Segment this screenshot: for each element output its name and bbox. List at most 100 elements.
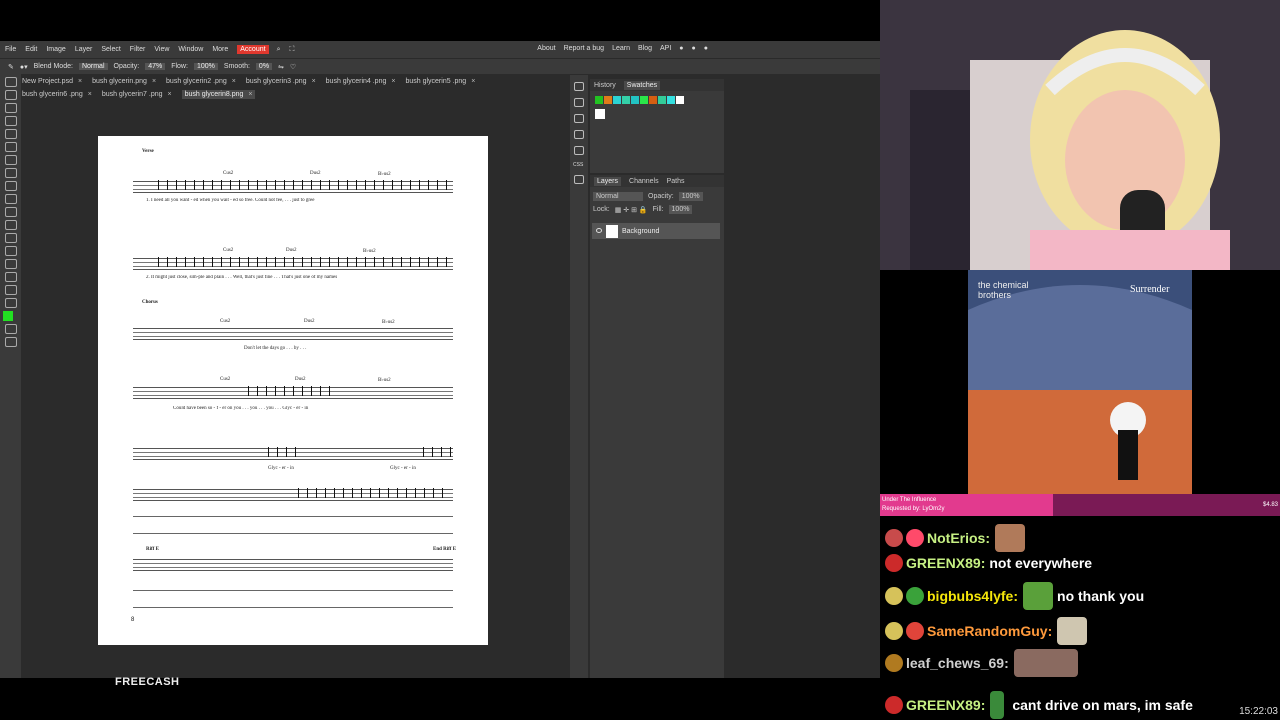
close-icon[interactable]: × — [232, 78, 236, 85]
zoom-tool-icon[interactable] — [5, 298, 17, 308]
healing-tool-icon[interactable] — [5, 155, 17, 165]
tab-bush-glycerin3[interactable]: bush glycerin3 .png × — [246, 78, 316, 85]
tab-bush-glycerin7[interactable]: bush glycerin7 .png × — [102, 91, 172, 98]
canvas-area[interactable]: Verse Cus2 Dus2 B♭us2 1. I need all you … — [22, 105, 566, 678]
close-icon[interactable]: × — [88, 91, 92, 98]
menu-file[interactable]: File — [5, 46, 16, 53]
chorus-heading: Chorus — [142, 300, 158, 305]
twitter-icon[interactable]: ● — [692, 45, 696, 52]
hand-tool-icon[interactable] — [5, 285, 17, 295]
quick-mask-icon[interactable] — [5, 324, 17, 334]
brush-preset-icon[interactable]: ●▾ — [20, 63, 28, 71]
image-icon[interactable] — [574, 175, 584, 184]
tab-bush-glycerin4[interactable]: bush glycerin4 .png × — [326, 78, 396, 85]
close-icon[interactable]: × — [248, 91, 252, 98]
tab-channels[interactable]: Channels — [629, 178, 659, 185]
brush-tool-icon[interactable]: ✎ — [8, 63, 14, 71]
close-icon[interactable]: × — [152, 78, 156, 85]
layer-opacity-input[interactable]: 100% — [678, 192, 703, 201]
tab-bush-glycerin2[interactable]: bush glycerin2 .png × — [166, 78, 236, 85]
facebook-icon[interactable]: ● — [704, 45, 708, 52]
tab-swatches[interactable]: Swatches — [623, 80, 661, 90]
sheet-music-page[interactable]: Verse Cus2 Dus2 B♭us2 1. I need all you … — [98, 136, 488, 645]
fullscreen-icon[interactable]: ⛶ — [289, 46, 294, 54]
lock-icons[interactable]: ▦ ✛ ⊞ 🔒 — [615, 206, 648, 214]
move-tool-icon[interactable] — [5, 77, 17, 87]
account-button[interactable]: Account — [237, 45, 269, 54]
menu-image[interactable]: Image — [46, 46, 65, 53]
screen-mode-icon[interactable] — [5, 337, 17, 347]
flow-input[interactable]: 100% — [193, 63, 218, 70]
character-icon[interactable] — [574, 130, 584, 139]
swatch[interactable] — [613, 96, 621, 104]
crop-tool-icon[interactable] — [5, 129, 17, 139]
swatch[interactable] — [604, 96, 612, 104]
heart-icon[interactable]: ♡ — [290, 63, 296, 71]
close-icon[interactable]: × — [312, 78, 316, 85]
opacity-input[interactable]: 47% — [145, 63, 166, 70]
close-icon[interactable]: × — [391, 78, 395, 85]
swatch[interactable] — [667, 96, 675, 104]
magic-wand-tool-icon[interactable] — [5, 116, 17, 126]
close-icon[interactable]: × — [168, 91, 172, 98]
chord-label: Cus2 — [220, 319, 231, 324]
menu-about[interactable]: About — [537, 45, 555, 52]
menu-blog[interactable]: Blog — [638, 45, 652, 52]
swatch[interactable] — [676, 96, 684, 104]
fill-tool-icon[interactable] — [5, 207, 17, 217]
swatch[interactable] — [658, 96, 666, 104]
blur-tool-icon[interactable] — [5, 220, 17, 230]
marquee-tool-icon[interactable] — [5, 90, 17, 100]
swatch[interactable] — [622, 96, 630, 104]
tab-history[interactable]: History — [594, 82, 616, 89]
close-icon[interactable]: × — [471, 78, 475, 85]
layer-row-background[interactable]: Background — [592, 223, 720, 239]
stamp-tool-icon[interactable] — [5, 181, 17, 191]
reddit-icon[interactable]: ● — [679, 45, 683, 52]
swatch-white[interactable] — [595, 109, 605, 119]
menu-select[interactable]: Select — [101, 46, 120, 53]
menu-view[interactable]: View — [154, 46, 169, 53]
fill-input[interactable]: 100% — [668, 205, 693, 214]
swatch[interactable] — [595, 96, 603, 104]
swatch[interactable] — [631, 96, 639, 104]
lasso-tool-icon[interactable] — [5, 103, 17, 113]
eyedropper-tool-icon[interactable] — [5, 142, 17, 152]
layer-blend-select[interactable]: Normal — [593, 192, 643, 201]
blend-mode-select[interactable]: Normal — [78, 63, 108, 70]
pressure-icon[interactable]: ⇋ — [278, 63, 284, 71]
paragraph-icon[interactable] — [574, 146, 584, 155]
menu-report-bug[interactable]: Report a bug — [564, 45, 604, 52]
brush-settings-icon[interactable] — [574, 114, 584, 123]
close-icon[interactable]: × — [78, 78, 82, 85]
search-icon[interactable]: ⌕ — [277, 46, 281, 54]
swatch[interactable] — [640, 96, 648, 104]
dodge-tool-icon[interactable] — [5, 233, 17, 243]
properties-icon[interactable] — [574, 98, 584, 107]
info-icon[interactable] — [574, 82, 584, 91]
pen-tool-icon[interactable] — [5, 259, 17, 269]
menu-layer[interactable]: Layer — [75, 46, 93, 53]
menu-window[interactable]: Window — [178, 46, 203, 53]
tab-bush-glycerin5[interactable]: bush glycerin5 .png × — [405, 78, 475, 85]
tab-bush-glycerin[interactable]: bush glycerin.png × — [92, 78, 156, 85]
menu-api[interactable]: API — [660, 45, 671, 52]
tab-bush-glycerin8[interactable]: bush glycerin8.png × — [181, 90, 256, 99]
text-tool-icon[interactable] — [5, 246, 17, 256]
swatch[interactable] — [649, 96, 657, 104]
css-icon[interactable]: CSS — [573, 162, 585, 168]
tab-new-project[interactable]: New Project.psd × — [22, 78, 82, 85]
menu-learn[interactable]: Learn — [612, 45, 630, 52]
shape-tool-icon[interactable] — [5, 272, 17, 282]
tab-bush-glycerin6[interactable]: bush glycerin6 .png × — [22, 91, 92, 98]
eraser-tool-icon[interactable] — [5, 194, 17, 204]
brush-tool-icon[interactable] — [5, 168, 17, 178]
menu-filter[interactable]: Filter — [130, 46, 146, 53]
smooth-input[interactable]: 0% — [255, 63, 273, 70]
menu-more[interactable]: More — [212, 46, 228, 53]
tab-layers[interactable]: Layers — [594, 176, 622, 186]
menu-edit[interactable]: Edit — [25, 46, 37, 53]
foreground-color-swatch[interactable] — [3, 311, 13, 321]
visibility-eye-icon[interactable] — [596, 228, 602, 233]
tab-paths[interactable]: Paths — [667, 178, 685, 185]
